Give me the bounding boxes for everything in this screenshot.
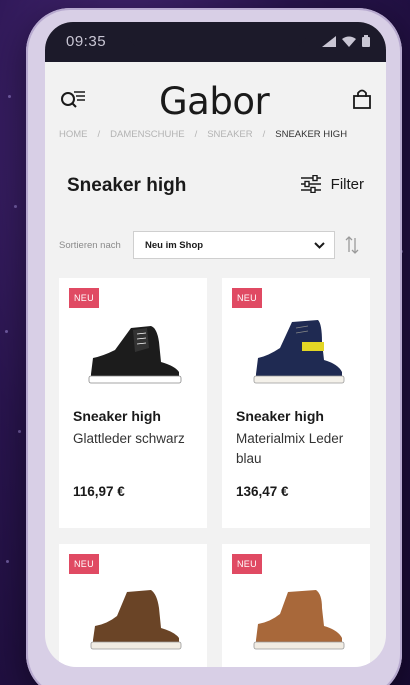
filter-button[interactable]: Filter	[300, 175, 364, 193]
breadcrumb-damenschuhe[interactable]: DAMENSCHUHE	[110, 129, 184, 140]
product-image	[253, 320, 345, 384]
new-badge: NEU	[232, 554, 262, 574]
product-image	[90, 590, 182, 650]
status-bar: 09:35	[45, 22, 386, 62]
product-card[interactable]: NEU Sneaker high Materialmix Leder blau …	[222, 278, 370, 528]
breadcrumb-separator: /	[194, 129, 198, 140]
shoe-body	[93, 590, 179, 644]
new-badge: NEU	[69, 554, 99, 574]
new-badge: NEU	[69, 288, 99, 308]
breadcrumb-separator: /	[97, 129, 101, 140]
new-badge: NEU	[232, 288, 262, 308]
product-card[interactable]: NEU	[59, 544, 207, 667]
product-card[interactable]: NEU	[222, 544, 370, 667]
cellular-signal-icon	[322, 35, 336, 47]
product-price: 116,97 €	[73, 484, 125, 499]
site-header: Gabor	[45, 62, 386, 134]
shoe-sole	[253, 375, 345, 384]
shoe-sole	[90, 641, 182, 650]
breadcrumb-home[interactable]: HOME	[59, 129, 88, 140]
shopping-bag-icon[interactable]	[352, 88, 372, 110]
breadcrumb: HOME / DAMENSCHUHE / SNEAKER / SNEAKER H…	[59, 129, 347, 140]
breadcrumb-sneaker[interactable]: SNEAKER	[207, 129, 252, 140]
product-card[interactable]: NEU Sneaker high Glattleder schwarz 116,…	[59, 278, 207, 528]
product-description: Materialmix Leder blau	[236, 431, 344, 466]
brand-logo[interactable]: Gabor	[159, 80, 270, 123]
shoe-sole	[88, 375, 182, 384]
sort-selected-value: Neu im Shop	[145, 240, 204, 251]
page-title: Sneaker high	[67, 175, 187, 196]
status-time: 09:35	[66, 33, 107, 50]
app-screen: 09:35 Gabor HOME / DAMENSCHUHE / SNEAKER…	[45, 22, 386, 667]
product-price: 136,47 €	[236, 484, 289, 499]
shoe-accent	[302, 342, 324, 351]
product-name: Sneaker high	[73, 408, 161, 424]
battery-icon	[362, 35, 370, 47]
search-menu-icon[interactable]	[59, 88, 87, 110]
wifi-icon	[342, 36, 356, 47]
breadcrumb-current: SNEAKER HIGH	[275, 129, 348, 140]
chevron-down-icon	[314, 242, 325, 249]
breadcrumb-separator: /	[262, 129, 266, 140]
sort-select[interactable]: Neu im Shop	[133, 231, 335, 259]
sort-label: Sortieren nach	[59, 240, 121, 251]
status-icons	[322, 35, 370, 47]
product-name: Sneaker high	[236, 408, 324, 424]
product-description: Glattleder schwarz	[73, 431, 185, 446]
product-image	[88, 326, 182, 384]
filter-label: Filter	[330, 175, 364, 193]
shoe-sole	[253, 641, 345, 650]
notch	[127, 22, 307, 49]
sliders-icon	[300, 175, 321, 193]
sort-direction-icon[interactable]	[345, 235, 359, 255]
product-image	[253, 590, 345, 650]
shoe-body	[256, 320, 342, 378]
shoe-body	[256, 590, 342, 644]
